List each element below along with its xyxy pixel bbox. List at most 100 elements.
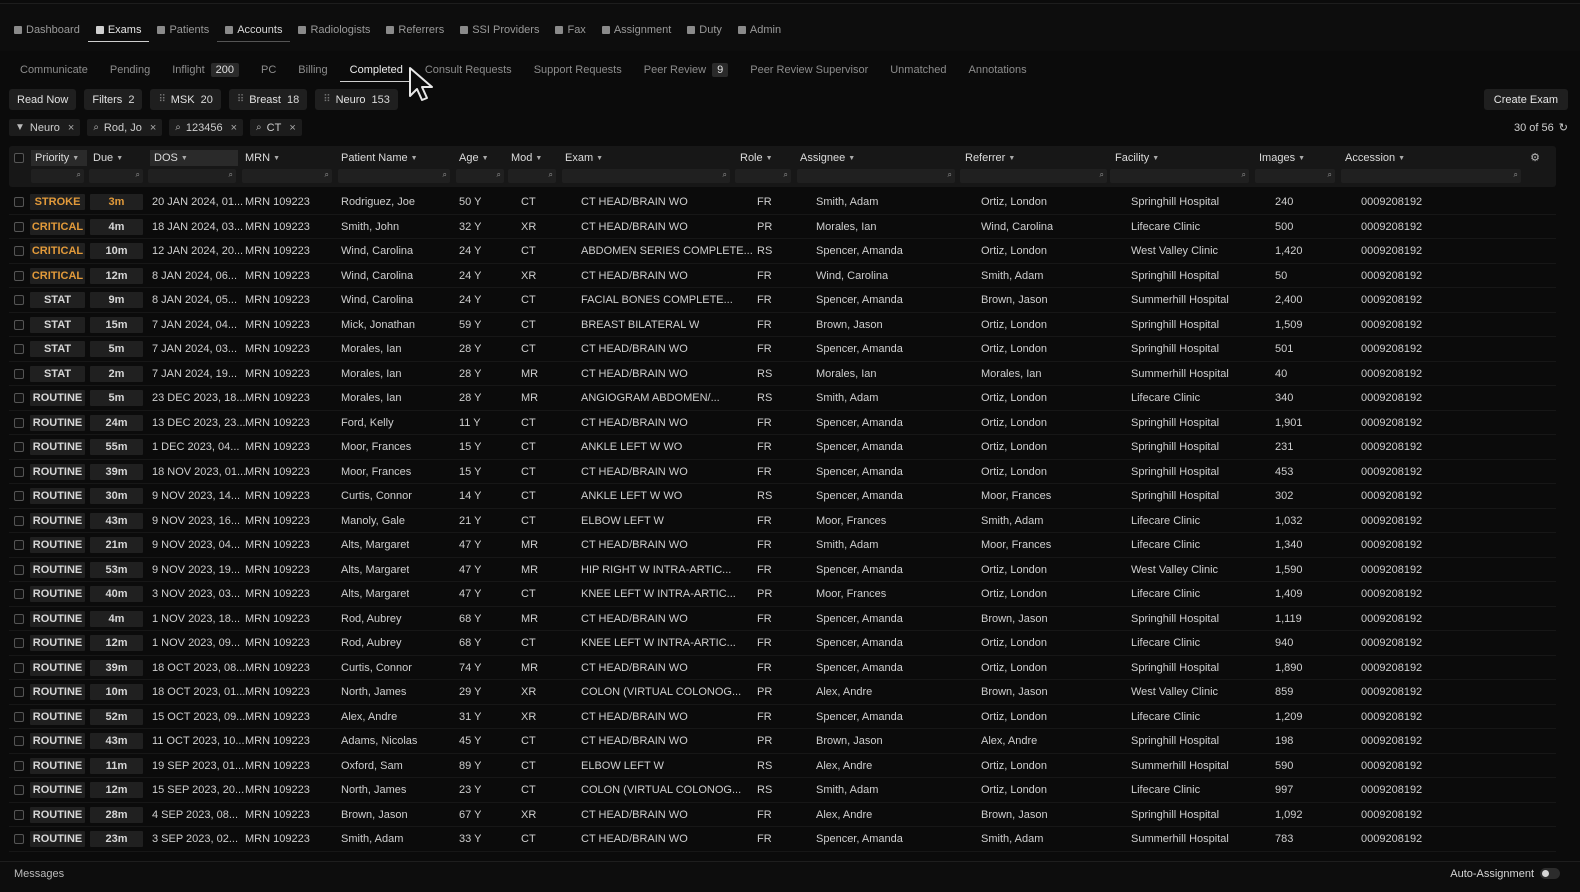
table-row[interactable]: ROUTINE 12m 1 NOV 2023, 09... MRN 109223 Rod… [9,631,1556,656]
filters-button[interactable]: Filters 2 [84,89,143,110]
column-header-referrer[interactable]: Referrer ▼ [965,150,1015,166]
table-row[interactable]: ROUTINE 40m 3 NOV 2023, 03... MRN 109223 Alt… [9,582,1556,607]
column-filter-exam[interactable]: ⌕ [562,169,730,183]
column-filter-role[interactable]: ⌕ [735,169,791,183]
table-row[interactable]: ROUTINE 11m 19 SEP 2023, 01... MRN 109223 Ox… [9,754,1556,778]
table-row[interactable]: ROUTINE 53m 9 NOV 2023, 19... MRN 109223 Alt… [9,558,1556,582]
column-header-patient-name[interactable]: Patient Name ▼ [341,150,418,166]
table-row[interactable]: ROUTINE 4m 1 NOV 2023, 18... MRN 109223 Rod,… [9,607,1556,631]
nav-accounts[interactable]: Accounts [217,18,291,42]
select-all-checkbox[interactable] [14,153,24,163]
row-checkbox[interactable] [14,393,24,403]
filter-tag-modality[interactable]: ⌕ CT × [250,119,302,136]
tab-communicate[interactable]: Communicate [10,58,98,82]
table-row[interactable]: ROUTINE 52m 15 OCT 2023, 09... MRN 109223 Al… [9,705,1556,729]
row-checkbox[interactable] [14,319,24,330]
row-checkbox[interactable] [14,344,24,354]
row-checkbox[interactable] [14,442,24,452]
table-row[interactable]: CRITICAL 4m 18 JAN 2024, 03... MRN 109223 Sm… [9,215,1556,239]
table-row[interactable]: ROUTINE 39m 18 NOV 2023, 01... MRN 109223 Mo… [9,460,1556,484]
column-filter-assignee[interactable]: ⌕ [797,169,955,183]
drag-handle-icon[interactable]: ⠿ [158,94,165,105]
table-row[interactable]: STAT 2m 7 JAN 2024, 19... MRN 109223 Morales… [9,362,1556,386]
group-chip-msk[interactable]: ⠿ MSK 20 [150,89,221,110]
column-filter-facility[interactable]: ⌕ [1110,169,1249,183]
table-row[interactable]: ROUTINE 43m 11 OCT 2023, 10... MRN 109223 Ad… [9,729,1556,754]
table-row[interactable]: STROKE 3m 20 JAN 2024, 01... MRN 109223 Rodr… [9,190,1556,215]
table-row[interactable]: STAT 5m 7 JAN 2024, 03... MRN 109223 Morales… [9,337,1556,362]
tab-peer-review-supervisor[interactable]: Peer Review Supervisor [740,58,878,82]
table-row[interactable]: ROUTINE 21m 9 NOV 2023, 04... MRN 109223 Alt… [9,533,1556,558]
row-checkbox[interactable] [14,711,24,722]
row-checkbox[interactable] [14,491,24,501]
row-checkbox[interactable] [14,613,24,624]
table-row[interactable]: ROUTINE 55m 1 DEC 2023, 04... MRN 109223 Moo… [9,435,1556,460]
column-header-dos[interactable]: DOS ▼ [150,150,238,166]
filter-tag-name[interactable]: ⌕ Rod, Jo × [87,119,163,136]
close-icon[interactable]: × [68,122,74,134]
nav-ssi-providers[interactable]: SSI Providers [452,18,547,42]
row-checkbox[interactable] [14,589,24,599]
row-checkbox[interactable] [14,785,24,795]
messages-link[interactable]: Messages [14,868,64,880]
tab-peer-review[interactable]: Peer Review 9 [634,58,738,82]
group-chip-neuro[interactable]: ⠿ Neuro 153 [315,89,398,110]
column-header-age[interactable]: Age ▼ [459,150,489,166]
nav-fax[interactable]: Fax [547,18,593,42]
column-filter-mrn[interactable]: ⌕ [242,169,332,183]
tab-completed[interactable]: Completed [339,58,413,82]
close-icon[interactable]: × [231,122,237,134]
nav-admin[interactable]: Admin [730,18,789,42]
row-checkbox[interactable] [14,270,24,281]
tab-support-requests[interactable]: Support Requests [524,58,632,82]
nav-referrers[interactable]: Referrers [378,18,452,42]
group-chip-breast[interactable]: ⠿ Breast 18 [228,89,308,110]
row-checkbox[interactable] [14,368,24,379]
row-checkbox[interactable] [14,564,24,575]
column-header-mrn[interactable]: MRN ▼ [245,150,280,166]
column-filter-dos[interactable]: ⌕ [148,169,236,183]
table-row[interactable]: ROUTINE 23m 3 SEP 2023, 02... MRN 109223 Smi… [9,827,1556,852]
tab-billing[interactable]: Billing [288,58,337,82]
refresh-icon[interactable]: ↻ [1559,121,1568,134]
column-filter-due[interactable]: ⌕ [89,169,143,183]
table-row[interactable]: CRITICAL 12m 8 JAN 2024, 06... MRN 109223 Wi… [9,264,1556,288]
row-checkbox[interactable] [14,295,24,305]
column-header-assignee[interactable]: Assignee ▼ [800,150,855,166]
column-header-role[interactable]: Role ▼ [740,150,773,166]
tab-annotations[interactable]: Annotations [959,58,1037,82]
row-checkbox[interactable] [14,466,24,477]
auto-assignment-toggle[interactable] [1540,868,1560,879]
row-checkbox[interactable] [14,417,24,428]
filter-tag-neuro[interactable]: ▼ Neuro × [9,119,81,136]
column-filter-accession[interactable]: ⌕ [1341,169,1521,183]
create-exam-button[interactable]: Create Exam [1483,89,1568,110]
row-checkbox[interactable] [14,540,24,550]
table-row[interactable]: ROUTINE 10m 18 OCT 2023, 01... MRN 109223 No… [9,680,1556,705]
row-checkbox[interactable] [14,246,24,256]
column-filter-images[interactable]: ⌕ [1255,169,1335,183]
tab-pc[interactable]: PC [251,58,286,82]
column-header-mod[interactable]: Mod ▼ [511,150,542,166]
column-filter-patient-name[interactable]: ⌕ [338,169,450,183]
row-checkbox[interactable] [14,638,24,648]
close-icon[interactable]: × [150,122,156,134]
table-row[interactable]: STAT 9m 8 JAN 2024, 05... MRN 109223 Wind, C… [9,288,1556,313]
tab-inflight[interactable]: Inflight 200 [162,58,249,82]
row-checkbox[interactable] [14,662,24,673]
row-checkbox[interactable] [14,760,24,771]
row-checkbox[interactable] [14,515,24,526]
column-header-exam[interactable]: Exam ▼ [565,150,603,166]
tab-pending[interactable]: Pending [100,58,160,82]
column-filter-age[interactable]: ⌕ [456,169,504,183]
row-checkbox[interactable] [14,221,24,232]
column-filter-mod[interactable]: ⌕ [508,169,556,183]
nav-patients[interactable]: Patients [149,18,217,42]
nav-assignment[interactable]: Assignment [594,18,679,42]
nav-radiologists[interactable]: Radiologists [290,18,378,42]
table-row[interactable]: ROUTINE 43m 9 NOV 2023, 16... MRN 109223 Man… [9,509,1556,533]
drag-handle-icon[interactable]: ⠿ [323,94,330,105]
row-checkbox[interactable] [14,197,24,207]
column-header-accession[interactable]: Accession ▼ [1345,150,1405,166]
table-row[interactable]: ROUTINE 24m 13 DEC 2023, 23... MRN 109223 Fo… [9,411,1556,435]
